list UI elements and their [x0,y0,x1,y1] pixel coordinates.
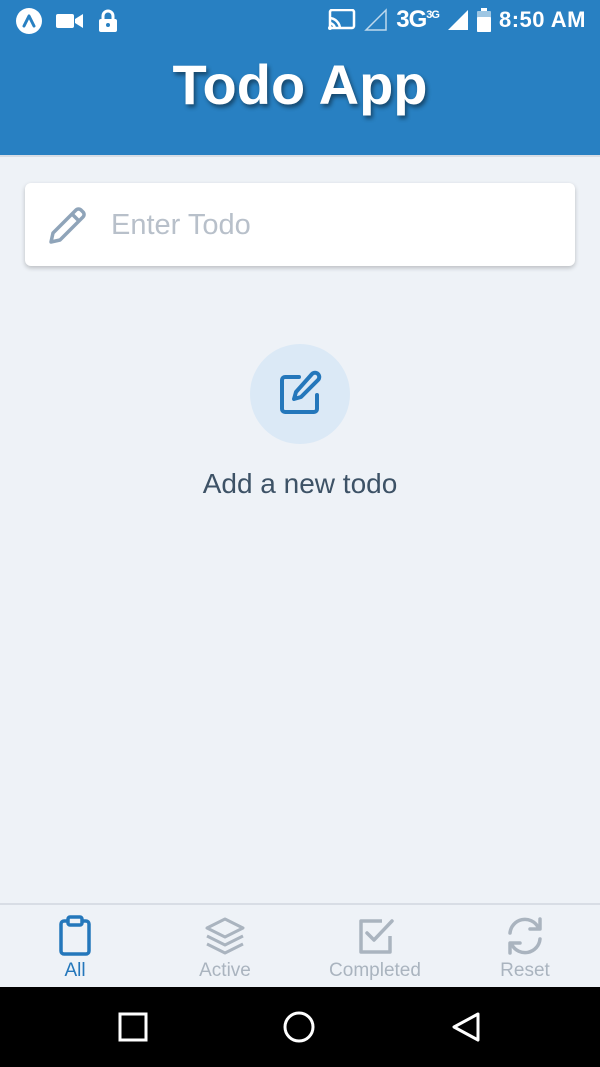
video-camera-icon [56,14,83,28]
status-bar: 3G3G 8:50 AM [0,0,600,42]
edit-icon [280,370,322,414]
todo-input-card [25,183,575,266]
system-nav-bar [0,987,600,1067]
checkbox-icon [359,919,394,954]
layers-icon [205,917,245,955]
recents-square-icon[interactable] [117,1011,149,1043]
tab-label: Active [199,960,251,981]
cast-icon [328,9,356,30]
home-circle-icon[interactable] [283,1011,315,1043]
empty-state-message: Add a new todo [202,468,398,499]
clipboard-icon [59,915,91,956]
signal-icon [447,10,468,30]
tab-active[interactable]: Active [150,905,300,989]
page-title: Todo App [172,53,428,116]
header-divider [0,155,600,157]
battery-icon [476,8,491,32]
tab-reset[interactable]: Reset [450,905,600,989]
pencil-icon [49,207,86,244]
tab-label: Completed [329,960,421,981]
bottom-tab-bar: All Active Completed Reset [0,903,600,987]
signal-empty-icon [364,8,387,31]
lock-icon [99,9,117,32]
app-header: 3G3G 8:50 AM Todo App [0,0,600,157]
app-logo-icon [16,8,42,34]
tab-all[interactable]: All [0,905,150,989]
tab-label: Reset [500,960,550,981]
empty-state-badge [250,344,350,444]
status-time: 8:50 AM [498,7,586,32]
refresh-icon [508,917,542,955]
network-type: 3G3G [396,6,440,33]
tab-completed[interactable]: Completed [300,905,450,989]
back-triangle-icon[interactable] [450,1011,482,1043]
tab-label: All [64,960,86,981]
todo-input[interactable] [111,203,551,247]
